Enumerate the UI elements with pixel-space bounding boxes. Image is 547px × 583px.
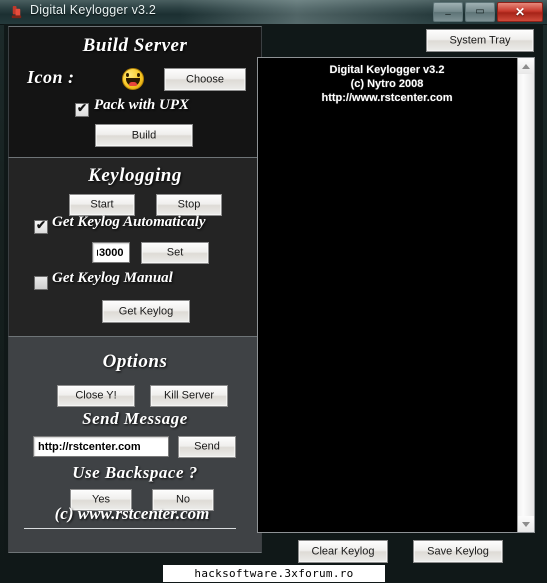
clear-keylog-button[interactable]: Clear Keylog — [298, 540, 388, 563]
checkbox-tick-icon: ✔ — [36, 218, 47, 232]
keylogging-panel: Keylogging Start Stop ✔ Get Keylog Autom… — [8, 157, 262, 337]
maximize-icon: ▭ — [475, 6, 485, 17]
window-body: Build Server Icon : Choose ✔ Pack with U… — [4, 24, 543, 575]
build-server-title: Build Server — [82, 35, 188, 56]
choose-icon-button[interactable]: Choose — [164, 68, 246, 91]
smiley-eye-left — [126, 73, 129, 77]
smiley-tongue — [129, 82, 137, 86]
interval-input[interactable]: 3000 — [92, 242, 130, 263]
log-line-2: (c) Nytro 2008 — [350, 78, 424, 90]
message-input[interactable]: http://rstcenter.com — [33, 436, 169, 457]
checkbox-tick-icon: ✔ — [77, 101, 88, 115]
keylog-output-panel[interactable]: Digital Keylogger v3.2 (c) Nytro 2008 ht… — [257, 57, 535, 533]
text-caret — [97, 249, 98, 256]
options-title: Options — [102, 351, 168, 372]
keylog-output-text: Digital Keylogger v3.2 (c) Nytro 2008 ht… — [258, 63, 516, 105]
save-keylog-button[interactable]: Save Keylog — [413, 540, 503, 563]
send-message-button[interactable]: Send — [178, 436, 236, 458]
kill-server-button[interactable]: Kill Server — [150, 385, 228, 407]
scroll-down-icon[interactable] — [518, 516, 534, 532]
set-interval-button[interactable]: Set — [141, 242, 209, 264]
start-button[interactable]: Start — [69, 194, 135, 216]
send-message-title: Send Message — [82, 409, 188, 428]
maximize-button[interactable]: ▭ — [465, 2, 495, 22]
watermark-banner: hacksoftware.3xforum.ro — [163, 565, 385, 582]
auto-keylog-label: Get Keylog Automaticaly — [52, 214, 206, 230]
system-tray-button[interactable]: System Tray — [426, 29, 534, 52]
use-backspace-title: Use Backspace ? — [72, 463, 198, 482]
window-title: Digital Keylogger v3.2 — [30, 3, 156, 17]
close-icon: ✕ — [514, 5, 526, 19]
title-bar: Digital Keylogger v3.2 – ▭ ✕ — [0, 0, 547, 25]
application-window: Digital Keylogger v3.2 – ▭ ✕ Build Serve… — [0, 0, 547, 583]
minimize-button[interactable]: – — [433, 2, 463, 22]
keylogging-title: Keylogging — [88, 165, 182, 186]
stop-button[interactable]: Stop — [156, 194, 222, 216]
window-controls: – ▭ ✕ — [433, 2, 543, 22]
build-button[interactable]: Build — [95, 124, 193, 147]
copyright-underline — [24, 528, 236, 529]
build-server-panel: Build Server Icon : Choose ✔ Pack with U… — [8, 26, 262, 158]
manual-keylog-checkbox[interactable] — [34, 276, 48, 290]
scroll-up-icon[interactable] — [518, 58, 534, 74]
manual-keylog-label: Get Keylog Manual — [52, 270, 173, 286]
app-icon — [11, 5, 22, 19]
log-line-3: http://www.rstcenter.com — [321, 92, 453, 104]
close-ym-button[interactable]: Close Y! — [57, 385, 135, 407]
log-line-1: Digital Keylogger v3.2 — [329, 64, 445, 76]
icon-label: Icon : — [27, 67, 75, 87]
smiley-icon[interactable] — [122, 68, 144, 90]
smiley-mouth — [126, 78, 140, 86]
close-button[interactable]: ✕ — [497, 2, 543, 22]
minimize-icon: – — [445, 9, 451, 20]
get-keylog-button[interactable]: Get Keylog — [102, 300, 190, 323]
smiley-eye-right — [137, 73, 140, 77]
pack-upx-checkbox[interactable]: ✔ — [75, 101, 89, 117]
keylog-scrollbar[interactable] — [517, 58, 534, 532]
copyright-text: (c) www.rstcenter.com — [54, 504, 210, 523]
auto-keylog-checkbox[interactable]: ✔ — [34, 218, 48, 234]
title-bar-glare — [180, 0, 440, 24]
pack-upx-label: Pack with UPX — [94, 97, 190, 113]
